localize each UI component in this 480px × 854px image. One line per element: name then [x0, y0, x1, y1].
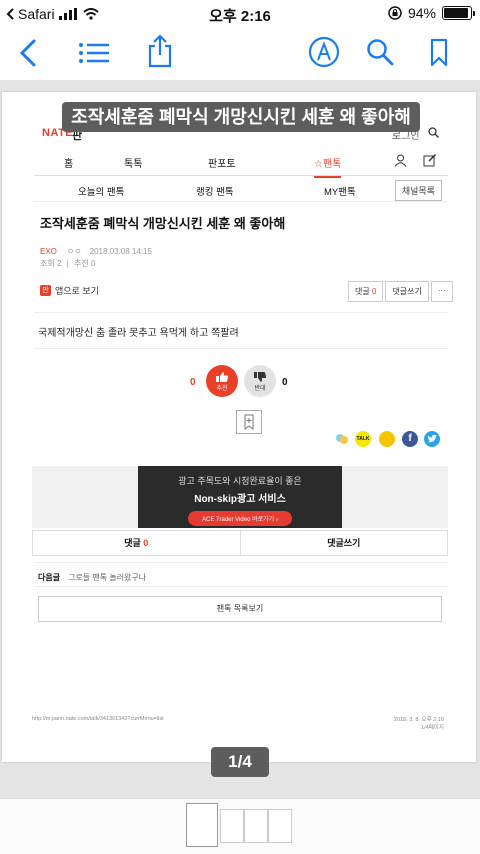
- app-icon: 판: [40, 285, 51, 296]
- ad-line2: Non-skip광고 서비스: [194, 494, 286, 505]
- ad-line1: 광고 주목도와 시청완료율이 좋은: [178, 476, 302, 486]
- rotation-lock-icon: [388, 6, 402, 20]
- thumbnail-strip: [0, 798, 480, 854]
- channel-list-button[interactable]: 채널목록: [394, 180, 442, 201]
- like-count: 0: [190, 377, 196, 388]
- scrap-icon: [244, 414, 254, 430]
- tab-comments[interactable]: 댓글 0: [33, 531, 240, 555]
- chat-bubble-icon[interactable]: [334, 431, 350, 447]
- page-nav: 홈 톡톡 판포토 ☆팬톡: [34, 150, 448, 178]
- footer-pages: 1/4페이지: [421, 725, 444, 731]
- ad-cta-button[interactable]: ACE Trader Video 바로가기 ›: [188, 511, 292, 526]
- next-title: 그로들 팬톡 놀러왔구나: [68, 573, 147, 582]
- comment-tabs: 댓글 0 댓글쓰기: [32, 530, 448, 556]
- write-icon[interactable]: [423, 153, 437, 167]
- back-icon[interactable]: [18, 38, 38, 68]
- page-indicator: 1/4: [211, 747, 269, 777]
- thumbs-down-icon: [254, 371, 267, 382]
- comment-button-label: 댓글: [355, 287, 370, 296]
- footer-meta: 2018. 3. 8. 오후 2:16 1/4페이지: [394, 716, 444, 732]
- user-icon[interactable]: [394, 154, 407, 167]
- tab-write-comment[interactable]: 댓글쓰기: [239, 531, 448, 555]
- author-extra: ㅇㅇ: [66, 247, 82, 256]
- subnav-today[interactable]: 오늘의 팬톡: [78, 184, 124, 198]
- share-icon[interactable]: [148, 34, 172, 68]
- bookmark-icon[interactable]: [430, 38, 448, 68]
- divider: [34, 586, 448, 587]
- footer-date: 2018. 3. 8. 오후 2:16: [394, 717, 444, 723]
- next-post[interactable]: 다음글 그로들 팬톡 놀러왔구나: [38, 572, 146, 583]
- footer-url: http://m.pann.nate.com/talk/341301343?cu…: [32, 716, 164, 722]
- article-title: 조작세훈줌 폐막식 개망신시킨 세훈 왜 좋아해: [40, 216, 286, 231]
- article-body: 국제적개망신 춤 졸라 못추고 욕먹게 하고 쪽팔려: [38, 328, 239, 339]
- write-comment-button[interactable]: 댓글쓰기: [385, 281, 429, 302]
- dislike-label: 반대: [254, 385, 266, 392]
- app-view-label: 앱으로 보기: [55, 286, 99, 296]
- divider: [34, 562, 448, 563]
- nav-fantalk[interactable]: ☆팬톡: [314, 155, 342, 178]
- like-label: 추천: [216, 385, 228, 392]
- tab-comments-count: 0: [143, 538, 149, 548]
- tab-comments-label: 댓글: [124, 538, 141, 548]
- article-meta: EXO ㅇㅇ 2018.03.08 14:15: [40, 246, 152, 257]
- thumbnail-page-4[interactable]: [268, 809, 292, 843]
- subnav-ranking[interactable]: 랭킹 팬톡: [196, 184, 234, 198]
- post-datetime: 2018.03.08 14:15: [89, 247, 152, 256]
- list-icon[interactable]: [78, 38, 110, 68]
- dislike-count: 0: [282, 377, 288, 388]
- twitter-icon[interactable]: [424, 431, 440, 447]
- thumbs-up-icon: [216, 371, 229, 382]
- battery-icon: [442, 6, 475, 20]
- thumbnail-page-2[interactable]: [220, 809, 244, 843]
- kakaotalk-icon[interactable]: TALK: [355, 431, 371, 447]
- recommend-count: 추천 0: [73, 259, 96, 268]
- like-button[interactable]: 추천: [206, 365, 238, 397]
- pdf-toolbar: [0, 28, 480, 80]
- status-bar: Safari 오후 2:16 94%: [0, 0, 480, 28]
- dislike-button[interactable]: 반대: [244, 365, 276, 397]
- comment-button[interactable]: 댓글 0: [348, 281, 384, 302]
- ad-banner[interactable]: 광고 주목도와 시청완료율이 좋은 Non-skip광고 서비스 ACE Tra…: [138, 466, 342, 528]
- list-button[interactable]: 팬톡 목록보기: [38, 596, 442, 622]
- thumbnail-page-1[interactable]: [186, 803, 218, 847]
- article-actions: 댓글 0 댓글쓰기 ···: [348, 281, 453, 302]
- nav-home[interactable]: 홈: [64, 155, 73, 170]
- author-name[interactable]: EXO: [40, 247, 57, 256]
- battery-fill: [444, 8, 468, 18]
- search-icon[interactable]: [366, 38, 394, 66]
- facebook-icon[interactable]: f: [402, 431, 418, 447]
- next-label: 다음글: [38, 573, 61, 582]
- battery-percent: 94%: [407, 5, 436, 21]
- sub-nav: 오늘의 팬톡 랭킹 팬톡 MY팬톡 채널목록: [34, 178, 448, 202]
- kakaostory-icon[interactable]: [379, 431, 395, 447]
- comment-button-count: 0: [371, 287, 377, 296]
- divider: [34, 312, 448, 313]
- divider: [34, 348, 448, 349]
- app-view-link[interactable]: 판 앱으로 보기: [40, 284, 99, 297]
- scrap-button[interactable]: [236, 410, 262, 434]
- article-stats: 조회 2 | 추천 0: [40, 259, 96, 268]
- page-search-icon[interactable]: [428, 127, 439, 138]
- more-button[interactable]: ···: [430, 281, 453, 302]
- view-count: 조회 2: [40, 259, 62, 268]
- thumbnail-page-3[interactable]: [244, 809, 268, 843]
- subnav-my[interactable]: MY팬톡: [324, 184, 356, 198]
- nav-photo[interactable]: 판포토: [208, 155, 236, 170]
- document-title-overlay: 조작세훈줌 폐막식 개망신시킨 세훈 왜 좋아해: [62, 102, 420, 132]
- nav-talk[interactable]: 톡톡: [124, 155, 142, 170]
- markup-icon[interactable]: [308, 36, 340, 68]
